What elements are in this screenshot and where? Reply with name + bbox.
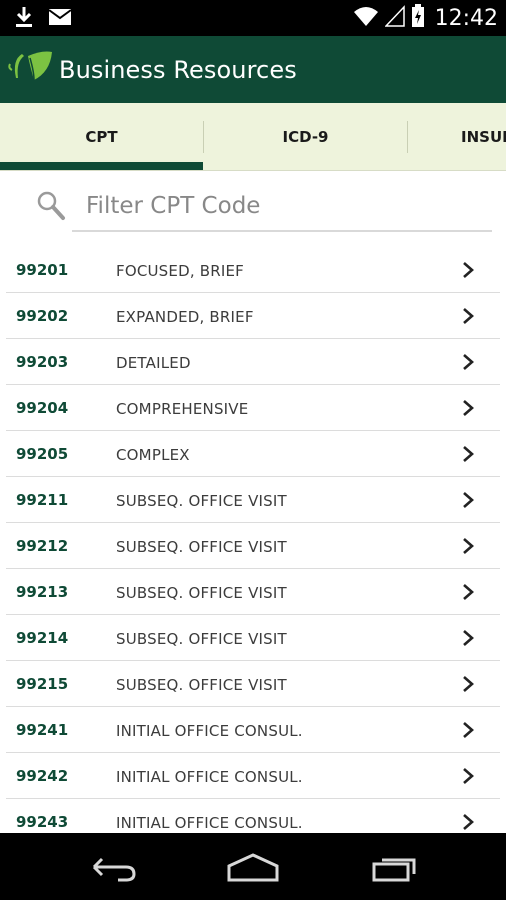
chevron-right-icon xyxy=(462,583,474,601)
filter-cpt-code-input[interactable] xyxy=(72,180,492,230)
cpt-description: COMPREHENSIVE xyxy=(116,400,249,418)
cpt-code: 99202 xyxy=(16,307,69,325)
cpt-code: 99201 xyxy=(16,261,69,279)
status-time: 12:42 xyxy=(434,6,498,31)
cpt-code: 99242 xyxy=(16,767,69,785)
chevron-right-icon xyxy=(462,721,474,739)
cpt-description: SUBSEQ. OFFICE VISIT xyxy=(116,492,287,510)
app-title: Business Resources xyxy=(59,56,297,84)
signal-icon xyxy=(383,5,405,32)
chevron-right-icon xyxy=(462,445,474,463)
status-bar: 12:42 xyxy=(0,0,506,36)
cpt-code: 99214 xyxy=(16,629,69,647)
cpt-description: FOCUSED, BRIEF xyxy=(116,262,245,280)
cpt-code-row[interactable]: 99243 INITIAL OFFICE CONSUL. xyxy=(0,799,506,833)
cpt-code: 99241 xyxy=(16,721,69,739)
chevron-right-icon xyxy=(462,675,474,693)
tab-icd-9[interactable]: ICD-9 xyxy=(204,103,407,170)
cpt-description: SUBSEQ. OFFICE VISIT xyxy=(116,676,287,694)
chevron-right-icon xyxy=(462,767,474,785)
cpt-code: 99243 xyxy=(16,813,69,831)
action-bar: Business Resources xyxy=(0,36,506,103)
recent-apps-icon[interactable] xyxy=(365,845,425,889)
tab-cpt[interactable]: CPT xyxy=(0,103,203,170)
battery-icon xyxy=(411,4,425,33)
chevron-right-icon xyxy=(462,813,474,831)
cpt-description: SUBSEQ. OFFICE VISIT xyxy=(116,584,287,602)
cpt-description: SUBSEQ. OFFICE VISIT xyxy=(116,538,287,556)
cpt-description: INITIAL OFFICE CONSUL. xyxy=(116,722,303,740)
navigation-bar xyxy=(0,833,506,900)
home-icon[interactable] xyxy=(223,845,283,889)
cpt-description: COMPLEX xyxy=(116,446,190,464)
chevron-right-icon xyxy=(462,629,474,647)
app-logo-icon[interactable] xyxy=(8,46,54,96)
chevron-right-icon xyxy=(462,261,474,279)
cpt-code: 99215 xyxy=(16,675,69,693)
cpt-code-list[interactable]: 99201 FOCUSED, BRIEF 99202 EXPANDED, BRIEF 9… xyxy=(0,247,506,833)
cpt-code-row[interactable]: 99204 COMPREHENSIVE xyxy=(0,385,506,431)
tab-insurance[interactable]: INSUR xyxy=(408,103,506,170)
mail-icon xyxy=(48,7,72,32)
cpt-code-row[interactable]: 99211 SUBSEQ. OFFICE VISIT xyxy=(0,477,506,523)
cpt-description: EXPANDED, BRIEF xyxy=(116,308,254,326)
chevron-right-icon xyxy=(462,491,474,509)
cpt-description: INITIAL OFFICE CONSUL. xyxy=(116,768,303,786)
cpt-code: 99204 xyxy=(16,399,69,417)
cpt-code-row[interactable]: 99212 SUBSEQ. OFFICE VISIT xyxy=(0,523,506,569)
chevron-right-icon xyxy=(462,353,474,371)
cpt-code-row[interactable]: 99201 FOCUSED, BRIEF xyxy=(0,247,506,293)
cpt-description: SUBSEQ. OFFICE VISIT xyxy=(116,630,287,648)
chevron-right-icon xyxy=(462,399,474,417)
cpt-code-row[interactable]: 99214 SUBSEQ. OFFICE VISIT xyxy=(0,615,506,661)
download-icon xyxy=(14,6,34,33)
cpt-code-row[interactable]: 99213 SUBSEQ. OFFICE VISIT xyxy=(0,569,506,615)
cpt-code-row[interactable]: 99215 SUBSEQ. OFFICE VISIT xyxy=(0,661,506,707)
cpt-description: INITIAL OFFICE CONSUL. xyxy=(116,814,303,832)
cpt-code: 99203 xyxy=(16,353,69,371)
cpt-code: 99211 xyxy=(16,491,69,509)
cpt-code-row[interactable]: 99203 DETAILED xyxy=(0,339,506,385)
cpt-code-row[interactable]: 99202 EXPANDED, BRIEF xyxy=(0,293,506,339)
tab-bar: CPT ICD-9 INSUR xyxy=(0,103,506,171)
selected-tab-indicator xyxy=(0,162,203,170)
search-icon xyxy=(36,190,66,222)
search-underline xyxy=(72,230,492,232)
cpt-code: 99205 xyxy=(16,445,69,463)
cpt-description: DETAILED xyxy=(116,354,191,372)
cpt-code-row[interactable]: 99241 INITIAL OFFICE CONSUL. xyxy=(0,707,506,753)
chevron-right-icon xyxy=(462,537,474,555)
cpt-code: 99213 xyxy=(16,583,69,601)
cpt-code-row[interactable]: 99205 COMPLEX xyxy=(0,431,506,477)
cpt-code: 99212 xyxy=(16,537,69,555)
cpt-code-row[interactable]: 99242 INITIAL OFFICE CONSUL. xyxy=(0,753,506,799)
wifi-icon xyxy=(353,5,379,32)
back-icon[interactable] xyxy=(83,845,143,889)
chevron-right-icon xyxy=(462,307,474,325)
